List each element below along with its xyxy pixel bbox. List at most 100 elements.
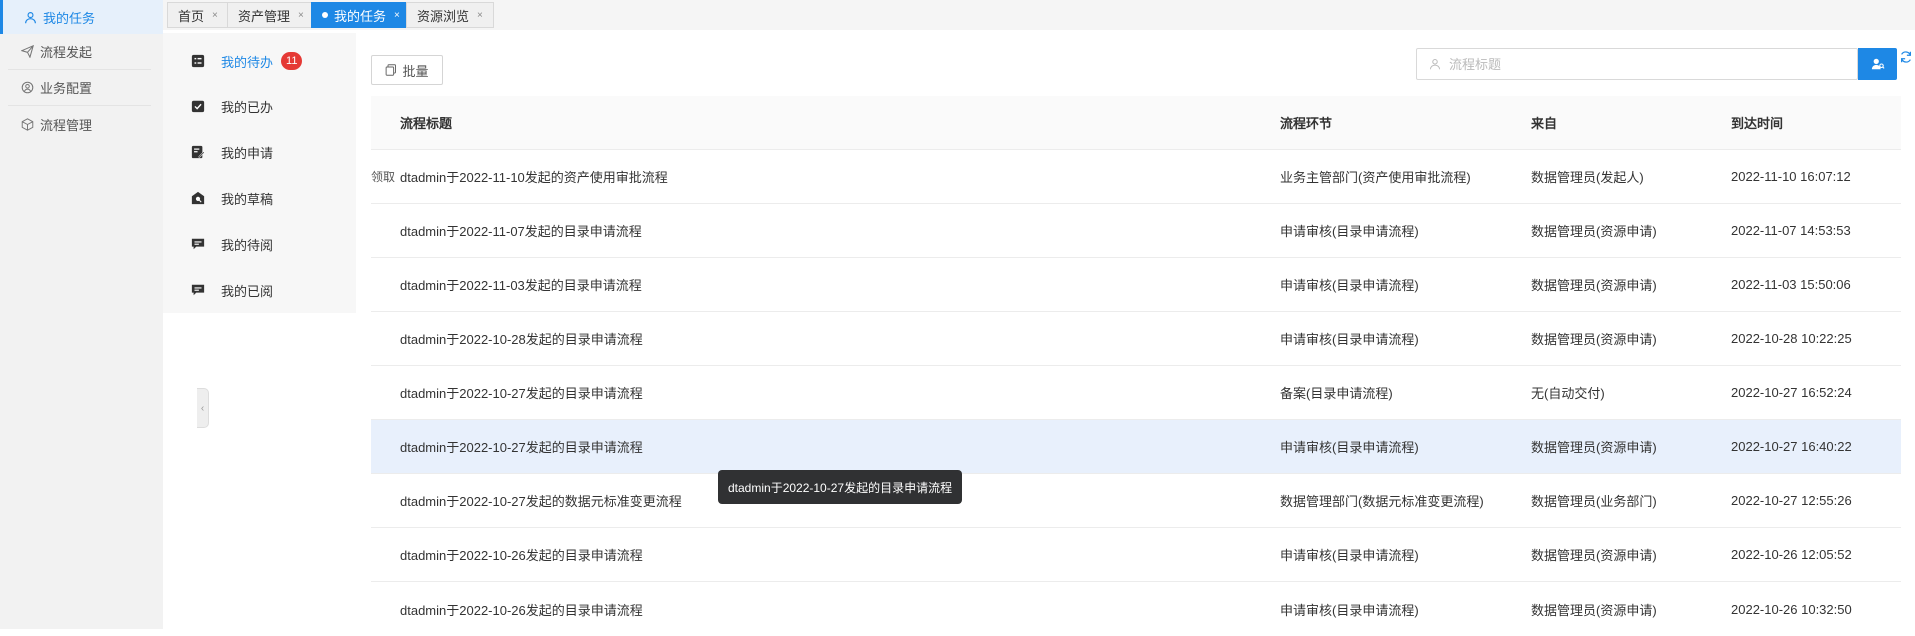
table-row[interactable]: dtadmin于2022-10-27发起的数据元标准变更流程 数据管理部门(数据…: [371, 474, 1901, 528]
claim-link[interactable]: 领取: [371, 168, 395, 185]
sub-item-label: 我的待办: [221, 54, 274, 70]
title-tooltip: dtadmin于2022-10-27发起的目录申请流程: [718, 470, 963, 504]
sub-item-my-done[interactable]: 我的已办: [163, 91, 356, 121]
table-row[interactable]: dtadmin于2022-10-26发起的目录申请流程 申请审核(目录申请流程)…: [371, 528, 1901, 582]
table-row[interactable]: dtadmin于2022-10-27发起的目录申请流程 备案(目录申请流程) 无…: [371, 366, 1901, 420]
cell-title[interactable]: dtadmin于2022-10-26发起的目录申请流程: [400, 600, 643, 619]
cell-title[interactable]: dtadmin于2022-11-10发起的资产使用审批流程: [400, 167, 668, 186]
cell-title[interactable]: dtadmin于2022-10-26发起的目录申请流程: [400, 545, 643, 564]
close-icon[interactable]: ×: [394, 10, 400, 21]
tab-label: 资产管理: [238, 8, 291, 24]
search-field[interactable]: [1416, 48, 1858, 80]
tab-bar: 首页 × 资产管理 × 我的任务 × 资源浏览 ×: [163, 0, 1915, 30]
sub-item-my-applications[interactable]: 我的申请: [163, 137, 356, 167]
cell-time: 2022-11-07 14:53:53: [1731, 223, 1851, 238]
draft-icon: [191, 191, 205, 205]
nav-item-process-management[interactable]: 流程管理: [8, 106, 151, 142]
sub-nav: 我的待办 11 我的已办 我的申请 我的草稿 我的待阅 我的已阅: [163, 33, 356, 313]
cell-step: 申请审核(目录申请流程): [1280, 332, 1419, 347]
edit-document-icon: [191, 145, 205, 159]
copy-icon: [386, 64, 397, 76]
nav-item-label: 流程发起: [40, 45, 93, 60]
sub-item-label: 我的待阅: [221, 237, 274, 253]
tab-home[interactable]: 首页 ×: [167, 2, 229, 28]
cell-time: 2022-10-27 16:40:22: [1731, 439, 1852, 454]
cell-time: 2022-10-28 10:22:25: [1731, 331, 1852, 346]
send-icon: [20, 45, 34, 59]
table-row[interactable]: dtadmin于2022-10-27发起的目录申请流程 申请审核(目录申请流程)…: [371, 420, 1901, 474]
cell-step: 申请审核(目录申请流程): [1280, 548, 1419, 563]
cell-from: 数据管理员(资源申请): [1531, 440, 1657, 455]
tab-asset-management[interactable]: 资产管理 ×: [227, 2, 315, 28]
cell-title[interactable]: dtadmin于2022-10-27发起的目录申请流程: [400, 383, 643, 402]
user-search-icon: [1871, 58, 1885, 70]
table-row[interactable]: dtadmin于2022-11-03发起的目录申请流程 申请审核(目录申请流程)…: [371, 258, 1901, 312]
header-from[interactable]: 来自: [1531, 113, 1557, 132]
user-icon: [1430, 59, 1440, 70]
table-header: 流程标题 流程环节 来自 到达时间: [371, 96, 1901, 150]
sub-item-my-drafts[interactable]: 我的草稿: [163, 183, 356, 213]
header-step[interactable]: 流程环节: [1280, 113, 1332, 132]
tab-resource-browse[interactable]: 资源浏览 ×: [406, 2, 494, 28]
sub-item-label: 我的草稿: [221, 191, 274, 207]
cell-title[interactable]: dtadmin于2022-10-27发起的数据元标准变更流程: [400, 491, 682, 510]
cell-from: 数据管理员(资源申请): [1531, 548, 1657, 563]
message-icon: [191, 237, 205, 251]
chevron-left-icon: ‹: [200, 402, 205, 414]
cell-title[interactable]: dtadmin于2022-11-03发起的目录申请流程: [400, 275, 642, 294]
user-circle-icon: [20, 81, 34, 95]
sub-item-label: 我的申请: [221, 145, 274, 161]
cell-step: 申请审核(目录申请流程): [1280, 602, 1419, 618]
cell-title[interactable]: dtadmin于2022-10-28发起的目录申请流程: [400, 329, 643, 348]
cell-step: 申请审核(目录申请流程): [1280, 278, 1419, 293]
cell-from: 无(自动交付): [1531, 386, 1605, 401]
tab-label: 我的任务: [334, 8, 387, 24]
tab-my-tasks[interactable]: 我的任务 ×: [311, 2, 411, 28]
batch-button-label: 批量: [402, 63, 429, 79]
nav-item-label: 流程管理: [40, 117, 93, 133]
close-icon[interactable]: ×: [212, 10, 218, 21]
cell-step: 数据管理部门(数据元标准变更流程): [1280, 494, 1484, 509]
cell-time: 2022-10-27 16:52:24: [1731, 385, 1852, 400]
sub-item-label: 我的已办: [221, 99, 274, 115]
user-icon: [23, 10, 37, 24]
batch-button[interactable]: 批量: [371, 55, 443, 85]
collapse-handle[interactable]: ‹: [197, 388, 209, 428]
cell-step: 申请审核(目录申请流程): [1280, 440, 1419, 455]
table-row[interactable]: dtadmin于2022-10-28发起的目录申请流程 申请审核(目录申请流程)…: [371, 312, 1901, 366]
cell-time: 2022-10-26 10:32:50: [1731, 601, 1852, 617]
active-dot-icon: [322, 12, 328, 18]
sub-item-my-to-read[interactable]: 我的待阅: [163, 229, 356, 259]
sub-item-label: 我的已阅: [221, 283, 274, 299]
table-row[interactable]: 领取 dtadmin于2022-11-10发起的资产使用审批流程 业务主管部门(…: [371, 150, 1901, 204]
close-icon[interactable]: ×: [477, 10, 483, 21]
sub-item-my-todo[interactable]: 我的待办 11: [163, 46, 356, 76]
nav-item-label: 我的任务: [43, 10, 96, 26]
cell-from: 数据管理员(资源申请): [1531, 332, 1657, 347]
table-row[interactable]: dtadmin于2022-11-07发起的目录申请流程 申请审核(目录申请流程)…: [371, 204, 1901, 258]
nav-item-label: 业务配置: [40, 81, 93, 96]
cell-title[interactable]: dtadmin于2022-11-07发起的目录申请流程: [400, 221, 642, 240]
cell-from: 数据管理员(发起人): [1531, 170, 1644, 185]
table-row[interactable]: dtadmin于2022-10-26发起的目录申请流程 申请审核(目录申请流程)…: [371, 582, 1901, 636]
search-input[interactable]: [1449, 56, 1749, 72]
cell-step: 业务主管部门(资产使用审批流程): [1280, 170, 1471, 185]
header-time[interactable]: 到达时间: [1731, 113, 1783, 132]
nav-item-process-start[interactable]: 流程发起: [8, 34, 151, 70]
count-badge: 11: [281, 52, 303, 70]
nav-item-my-tasks[interactable]: 我的任务: [0, 0, 163, 34]
tab-label: 首页: [178, 8, 205, 24]
list-icon: [191, 54, 205, 68]
cell-from: 数据管理员(业务部门): [1531, 494, 1657, 509]
cell-title[interactable]: dtadmin于2022-10-27发起的目录申请流程: [400, 437, 643, 456]
search-button[interactable]: [1858, 48, 1897, 80]
header-title[interactable]: 流程标题: [400, 113, 452, 132]
left-nav: 我的任务 流程发起 业务配置 流程管理: [0, 0, 163, 629]
nav-item-business-config[interactable]: 业务配置: [8, 70, 151, 106]
refresh-icon[interactable]: [1899, 50, 1913, 64]
close-icon[interactable]: ×: [298, 10, 304, 21]
task-table: 流程标题 流程环节 来自 到达时间 领取 dtadmin于2022-11-10发…: [371, 96, 1901, 636]
message-icon: [191, 283, 205, 297]
cell-step: 申请审核(目录申请流程): [1280, 224, 1419, 239]
sub-item-my-read[interactable]: 我的已阅: [163, 275, 356, 305]
